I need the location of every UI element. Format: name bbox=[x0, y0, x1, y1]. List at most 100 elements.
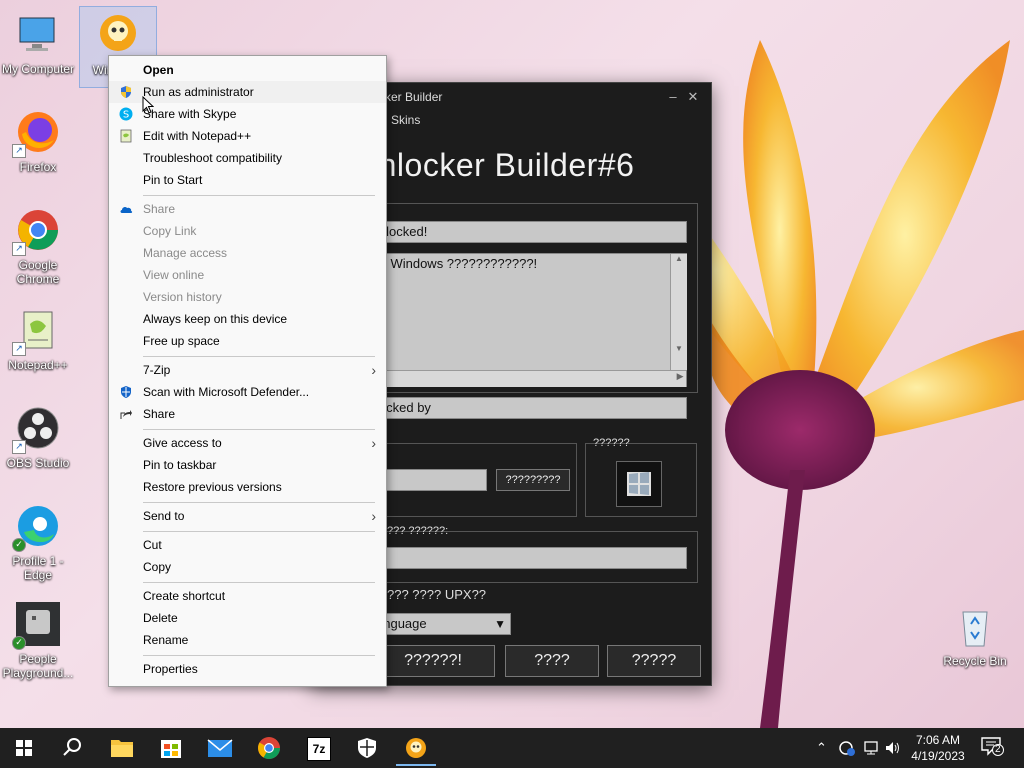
computer-icon bbox=[14, 10, 62, 58]
folder-icon bbox=[111, 740, 133, 757]
svg-text:S: S bbox=[123, 110, 129, 121]
menu-rename[interactable]: Rename bbox=[109, 629, 386, 651]
taskbar-chrome[interactable] bbox=[249, 732, 289, 764]
locked-by-field[interactable]: locked by bbox=[371, 397, 687, 419]
security-shield-icon bbox=[358, 738, 376, 758]
notepad-plus-plus-icon: ↗ bbox=[12, 306, 62, 356]
show-hidden-icons-chevron[interactable]: ⌃ bbox=[816, 728, 827, 768]
menu-create-shortcut[interactable]: Create shortcut bbox=[109, 585, 386, 607]
menu-cut[interactable]: Cut bbox=[109, 534, 386, 556]
clock-time: 7:06 AM bbox=[915, 733, 961, 747]
browse-button[interactable]: ????????? bbox=[496, 469, 570, 491]
lock-message-text: ?! Windows ????????????! bbox=[376, 256, 538, 271]
menu-pin-to-start[interactable]: Pin to Start bbox=[109, 169, 386, 191]
textarea-vertical-scrollbar[interactable]: ▲ ▼ bbox=[670, 254, 687, 370]
menu-separator bbox=[143, 531, 375, 532]
locked-title-field[interactable]: s locked! bbox=[371, 221, 687, 243]
dropdown-arrow-icon: ▼ bbox=[494, 617, 506, 631]
menu-share[interactable]: Share bbox=[109, 403, 386, 425]
menu-free-up-space[interactable]: Free up space bbox=[109, 330, 386, 352]
taskbar-clock[interactable]: 7:06 AM 4/19/2023 bbox=[900, 732, 976, 764]
menu-separator bbox=[143, 429, 375, 430]
lock-message-textarea[interactable]: ?! Windows ????????????! bbox=[371, 253, 687, 387]
skull-icon bbox=[406, 738, 426, 758]
menu-give-access-to[interactable]: Give access to › bbox=[109, 432, 386, 454]
taskbar-7zip[interactable]: 7z bbox=[298, 732, 338, 764]
desktop-icon-label: Google Chrome bbox=[16, 258, 60, 286]
desktop-icon-label: Notepad++ bbox=[8, 358, 68, 372]
desktop-icon-label: Recycle Bin bbox=[943, 654, 1007, 668]
desktop-icon-profile-edge[interactable]: ✓ Profile 1 - Edge bbox=[0, 502, 76, 582]
desktop-icon-label: Profile 1 - Edge bbox=[12, 554, 64, 582]
desktop-icon-label: Firefox bbox=[19, 160, 57, 174]
menu-view-online: View online bbox=[143, 268, 205, 282]
action-button-2[interactable]: ???? bbox=[505, 645, 599, 677]
defender-shield-icon bbox=[121, 386, 131, 398]
output-path-field[interactable] bbox=[371, 547, 687, 569]
menu-separator bbox=[143, 195, 375, 196]
ethernet-icon[interactable] bbox=[862, 740, 880, 756]
menu-onedrive-share: Share bbox=[109, 198, 386, 220]
desktop-icon-notepad-plus-plus[interactable]: ↗ Notepad++ bbox=[0, 306, 76, 372]
taskbar-windows-security[interactable] bbox=[347, 732, 387, 764]
desktop-icon-firefox[interactable]: ↗ Firefox bbox=[0, 108, 76, 174]
desktop-icon-obs-studio[interactable]: ↗ OBS Studio bbox=[0, 404, 76, 470]
windows-logo-image-button[interactable] bbox=[616, 461, 662, 507]
menu-send-to[interactable]: Send to › bbox=[109, 505, 386, 527]
menu-copy[interactable]: Copy bbox=[109, 556, 386, 578]
file-context-menu[interactable]: Open Run as administrator S Share with S… bbox=[108, 55, 387, 687]
taskbar-winlocker-builder[interactable] bbox=[396, 732, 436, 766]
textarea-horizontal-scrollbar[interactable]: ▶ bbox=[372, 370, 686, 387]
chrome-icon bbox=[258, 737, 280, 759]
window-title: ker Builder bbox=[385, 90, 443, 104]
clock-date: 4/19/2023 bbox=[911, 749, 965, 763]
search-button[interactable] bbox=[52, 732, 92, 764]
windows-logo-icon bbox=[627, 472, 651, 496]
desktop-icon-people-playground[interactable]: ✓ People Playground... bbox=[0, 600, 76, 680]
desktop-icon-label: OBS Studio bbox=[6, 456, 70, 470]
menu-always-keep-on-device[interactable]: Always keep on this device bbox=[109, 308, 386, 330]
start-button[interactable] bbox=[4, 732, 44, 764]
desktop-icon-google-chrome[interactable]: ↗ Google Chrome bbox=[0, 206, 76, 286]
notification-count-badge: 2 bbox=[992, 744, 1004, 756]
menu-copy-link: Copy Link bbox=[143, 224, 197, 238]
build-button[interactable]: ??????! bbox=[371, 645, 495, 677]
taskbar-file-explorer[interactable] bbox=[102, 732, 142, 764]
menu-restore-previous-versions[interactable]: Restore previous versions bbox=[109, 476, 386, 498]
taskbar-microsoft-store[interactable] bbox=[151, 732, 191, 764]
close-button[interactable]: ✕ bbox=[685, 89, 701, 105]
notification-center-button[interactable]: 2 bbox=[980, 736, 1008, 760]
sync-check-icon: ✓ bbox=[12, 636, 26, 650]
menu-7zip[interactable]: 7-Zip › bbox=[109, 359, 386, 381]
windows-start-icon bbox=[16, 740, 32, 756]
desktop-icon-label: People Playground... bbox=[2, 652, 74, 680]
menu-delete[interactable]: Delete bbox=[109, 607, 386, 629]
obs-icon: ↗ bbox=[12, 404, 62, 454]
recycle-bin-icon bbox=[951, 602, 999, 650]
7zip-icon: 7z bbox=[307, 737, 331, 761]
skull-icon bbox=[94, 11, 142, 59]
menu-properties[interactable]: Properties bbox=[109, 658, 386, 680]
upx-checkbox-label[interactable]: ??? ???? UPX?? bbox=[387, 587, 486, 602]
menu-troubleshoot-compatibility[interactable]: Troubleshoot compatibility bbox=[109, 147, 386, 169]
language-select[interactable]: anguage ▼ bbox=[371, 613, 511, 635]
minimize-button[interactable]: – bbox=[665, 89, 681, 105]
taskbar-mail[interactable] bbox=[200, 732, 240, 764]
menu-pin-to-taskbar[interactable]: Pin to taskbar bbox=[109, 454, 386, 476]
firefox-icon: ↗ bbox=[12, 108, 62, 158]
uac-shield-icon bbox=[121, 86, 131, 98]
menu-edit-with-notepad[interactable]: Edit with Notepad++ bbox=[109, 125, 386, 147]
desktop-icon-recycle-bin[interactable]: Recycle Bin bbox=[937, 602, 1013, 668]
shortcut-arrow-icon: ↗ bbox=[12, 242, 26, 256]
menu-open[interactable]: Open bbox=[109, 59, 386, 81]
action-button-3[interactable]: ????? bbox=[607, 645, 701, 677]
desktop-icon-my-computer[interactable]: My Computer bbox=[0, 10, 76, 76]
network-sync-icon[interactable] bbox=[838, 740, 856, 756]
search-icon bbox=[63, 738, 81, 756]
shortcut-arrow-icon: ↗ bbox=[12, 440, 26, 454]
menu-scan-with-defender[interactable]: Scan with Microsoft Defender... bbox=[109, 381, 386, 403]
path-label: ??? ??????: bbox=[387, 525, 449, 537]
shortcut-arrow-icon: ↗ bbox=[12, 144, 26, 158]
path-input[interactable] bbox=[371, 469, 487, 491]
menu-skins[interactable]: Skins bbox=[391, 113, 420, 127]
